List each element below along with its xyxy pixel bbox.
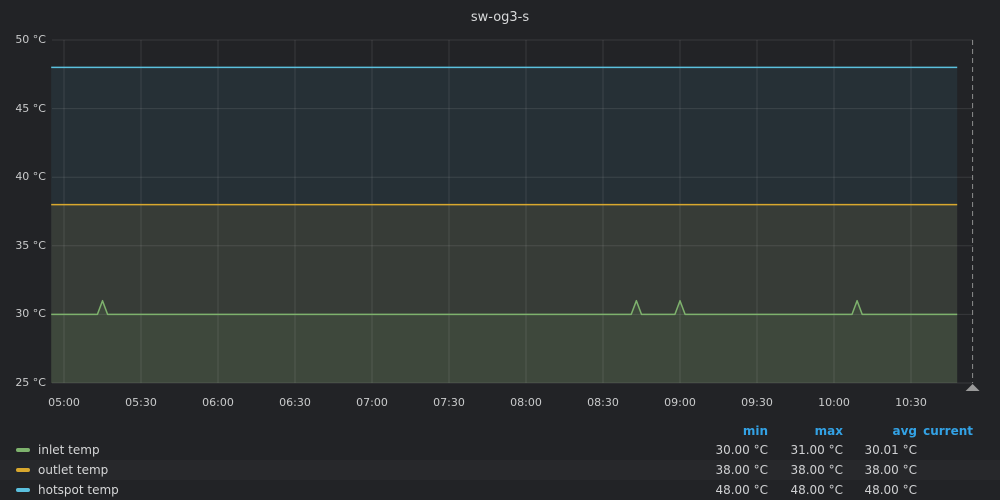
hotspot-max-value: 48.00 °C bbox=[768, 483, 843, 497]
graph-panel: 25 °C 30 °C 35 °C 40 °C 45 °C 50 °C 05:00 05:30… bbox=[0, 0, 1000, 500]
inlet-min-value: 30.00 °C bbox=[693, 443, 768, 457]
y-axis-tick-label: 40 °C bbox=[0, 170, 46, 184]
x-axis-tick-label: 10:30 bbox=[881, 396, 941, 410]
y-axis-tick-label: 45 °C bbox=[0, 102, 46, 116]
x-axis-tick-label: 10:00 bbox=[804, 396, 864, 410]
legend-column-avg[interactable]: avg bbox=[843, 424, 917, 438]
x-axis-tick-label: 05:00 bbox=[34, 396, 94, 410]
series-label-text: hotspot temp bbox=[38, 483, 119, 497]
legend-header-row: min max avg current bbox=[0, 422, 1000, 440]
y-axis-tick-label: 30 °C bbox=[0, 307, 46, 321]
hotspot-avg-value: 48.00 °C bbox=[843, 483, 917, 497]
inlet-temp-swatch-icon bbox=[16, 448, 30, 452]
legend-row-outlet-temp[interactable]: outlet temp 38.00 °C 38.00 °C 38.00 °C bbox=[0, 460, 1000, 480]
x-axis-tick-label: 08:00 bbox=[496, 396, 556, 410]
now-marker-triangle-icon bbox=[966, 384, 980, 391]
series-toggle-hotspot-temp[interactable]: hotspot temp bbox=[16, 483, 693, 497]
outlet-avg-value: 38.00 °C bbox=[843, 463, 917, 477]
x-axis-tick-label: 06:00 bbox=[188, 396, 248, 410]
outlet-temp-swatch-icon bbox=[16, 468, 30, 472]
x-axis-tick-label: 05:30 bbox=[111, 396, 171, 410]
outlet-min-value: 38.00 °C bbox=[693, 463, 768, 477]
chart-area[interactable]: 25 °C 30 °C 35 °C 40 °C 45 °C 50 °C 05:00 05:30… bbox=[0, 0, 1000, 420]
legend-column-max[interactable]: max bbox=[768, 424, 843, 438]
outlet-max-value: 38.00 °C bbox=[768, 463, 843, 477]
hotspot-temp-area bbox=[51, 67, 957, 383]
y-axis-tick-label: 50 °C bbox=[0, 33, 46, 47]
inlet-avg-value: 30.01 °C bbox=[843, 443, 917, 457]
x-axis-tick-label: 07:30 bbox=[419, 396, 479, 410]
panel-title[interactable]: sw-og3-s bbox=[0, 10, 1000, 25]
x-axis-tick-label: 09:30 bbox=[727, 396, 787, 410]
series-toggle-inlet-temp[interactable]: inlet temp bbox=[16, 443, 693, 457]
y-axis-tick-label: 25 °C bbox=[0, 376, 46, 390]
hotspot-temp-swatch-icon bbox=[16, 488, 30, 492]
series-label-text: outlet temp bbox=[38, 463, 108, 477]
hotspot-min-value: 48.00 °C bbox=[693, 483, 768, 497]
legend-row-hotspot-temp[interactable]: hotspot temp 48.00 °C 48.00 °C 48.00 °C bbox=[0, 480, 1000, 500]
legend-column-current[interactable]: current bbox=[917, 424, 973, 438]
series-toggle-outlet-temp[interactable]: outlet temp bbox=[16, 463, 693, 477]
chart-svg[interactable] bbox=[0, 0, 1000, 420]
inlet-max-value: 31.00 °C bbox=[768, 443, 843, 457]
series-label-text: inlet temp bbox=[38, 443, 100, 457]
y-axis-tick-label: 35 °C bbox=[0, 239, 46, 253]
x-axis-tick-label: 07:00 bbox=[342, 396, 402, 410]
x-axis-tick-label: 08:30 bbox=[573, 396, 633, 410]
legend-row-inlet-temp[interactable]: inlet temp 30.00 °C 31.00 °C 30.01 °C bbox=[0, 440, 1000, 460]
legend-column-min[interactable]: min bbox=[693, 424, 768, 438]
x-axis-tick-label: 06:30 bbox=[265, 396, 325, 410]
x-axis-tick-label: 09:00 bbox=[650, 396, 710, 410]
legend-table: min max avg current inlet temp 30.00 °C … bbox=[0, 420, 1000, 500]
